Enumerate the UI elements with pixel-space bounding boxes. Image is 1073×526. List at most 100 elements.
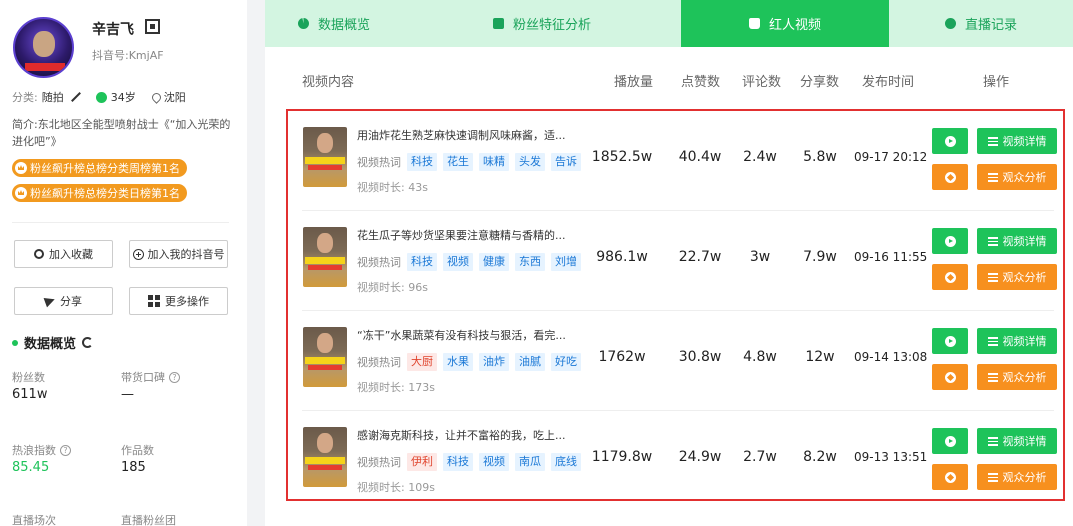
col-header-shares: 分享数 <box>800 75 840 90</box>
publish-time: 09-13 13:51 <box>854 450 928 464</box>
favorite-button[interactable] <box>932 164 968 190</box>
hot-word-tag[interactable]: 刘增 <box>551 253 581 271</box>
audience-analysis-button[interactable]: 观众分析 <box>977 164 1057 190</box>
col-header-publish-time: 发布时间 <box>862 75 915 90</box>
audience-analysis-button[interactable]: 观众分析 <box>977 464 1057 490</box>
list-icon <box>987 236 998 246</box>
content-panel: 数据概览 粉丝特征分析 红人视频 直播记录 视频内容 播放量 点赞数 评论数 分… <box>265 0 1073 526</box>
play-video-button[interactable] <box>932 228 968 254</box>
video-hot-words: 视频热词 伊利 科技 视频 南瓜 底线 <box>357 453 581 471</box>
rank-badge-daily: 粉丝飙升榜总榜分类日榜第1名 <box>12 184 187 202</box>
age-value: 34岁 <box>110 91 136 104</box>
hot-word-tag[interactable]: 科技 <box>443 453 473 471</box>
hot-word-tag[interactable]: 味精 <box>479 153 509 171</box>
share-label: 分享 <box>60 295 82 308</box>
tab-fans-analysis[interactable]: 粉丝特征分析 <box>403 0 681 47</box>
video-thumbnail[interactable] <box>303 427 347 487</box>
list-icon <box>987 372 998 382</box>
pencil-icon[interactable] <box>70 92 81 102</box>
video-title[interactable]: 感谢海克斯科技，让并不富裕的我，吃上... <box>357 427 566 443</box>
share-button[interactable]: 分享 <box>14 287 113 315</box>
hot-word-tag[interactable]: 伊利 <box>407 453 437 471</box>
heart-icon <box>944 171 956 183</box>
age-icon <box>95 91 107 103</box>
video-row: 感谢海克斯科技，让并不富裕的我，吃上... 视频热词 伊利 科技 视频 南瓜 底线 视频… <box>302 411 1057 511</box>
heart-icon <box>944 371 956 383</box>
list-icon <box>987 472 998 482</box>
audience-analysis-button[interactable]: 观众分析 <box>977 264 1057 290</box>
crown-icon <box>15 187 27 199</box>
favorite-button[interactable] <box>932 264 968 290</box>
hot-word-tag[interactable]: 视频 <box>443 253 473 271</box>
play-icon <box>944 135 956 147</box>
add-my-account-button[interactable]: 加入我的抖音号 <box>129 240 228 268</box>
category-value: 随拍 <box>41 91 64 104</box>
hot-word-tag[interactable]: 大厨 <box>407 353 437 371</box>
video-title[interactable]: 花生瓜子等炒货坚果要注意糖精与香精的... <box>357 227 566 243</box>
help-icon[interactable]: ? <box>60 444 71 456</box>
video-detail-button[interactable]: 视频详情 <box>977 328 1057 354</box>
video-thumbnail[interactable] <box>303 327 347 387</box>
video-title[interactable]: 用油炸花生熟芝麻快速调制风味麻酱，适... <box>357 127 566 143</box>
hot-word-tag[interactable]: 东西 <box>515 253 545 271</box>
collect-icon <box>34 249 44 259</box>
tab-overview[interactable]: 数据概览 <box>265 0 403 47</box>
heart-icon <box>944 471 956 483</box>
hot-word-tag[interactable]: 头发 <box>515 153 545 171</box>
tab-live-records[interactable]: 直播记录 <box>889 0 1073 47</box>
audience-analysis-label: 观众分析 <box>1002 471 1047 484</box>
tab-bar: 数据概览 粉丝特征分析 红人视频 直播记录 <box>265 0 1073 47</box>
video-thumbnail[interactable] <box>303 227 347 287</box>
hot-word-tag[interactable]: 花生 <box>443 153 473 171</box>
help-icon[interactable]: ? <box>169 371 180 383</box>
hot-word-tag[interactable]: 告诉 <box>551 153 581 171</box>
play-video-button[interactable] <box>932 128 968 154</box>
hot-word-tag[interactable]: 科技 <box>407 153 437 171</box>
hot-word-tag[interactable]: 油腻 <box>515 353 545 371</box>
add-collect-button[interactable]: 加入收藏 <box>14 240 113 268</box>
col-header-actions: 操作 <box>983 75 1010 90</box>
avatar[interactable] <box>13 17 74 78</box>
clock-icon <box>944 18 956 29</box>
stat-label-works: 作品数 <box>121 444 154 457</box>
hot-word-tag[interactable]: 南瓜 <box>515 453 545 471</box>
share-count: 7.9w <box>803 249 837 265</box>
share-icon <box>43 294 57 308</box>
hot-word-tag[interactable]: 底线 <box>551 453 581 471</box>
tab-influencer-videos[interactable]: 红人视频 <box>681 0 889 47</box>
hot-word-tag[interactable]: 科技 <box>407 253 437 271</box>
hot-word-tag[interactable]: 视频 <box>479 453 509 471</box>
play-video-button[interactable] <box>932 428 968 454</box>
stat-label-heat-text: 热浪指数 <box>12 444 56 457</box>
hot-word-tag[interactable]: 水果 <box>443 353 473 371</box>
location-value: 沈阳 <box>163 91 186 104</box>
favorite-button[interactable] <box>932 364 968 390</box>
video-detail-button[interactable]: 视频详情 <box>977 228 1057 254</box>
refresh-icon[interactable] <box>82 337 94 348</box>
video-detail-button[interactable]: 视频详情 <box>977 128 1057 154</box>
video-detail-button[interactable]: 视频详情 <box>977 428 1057 454</box>
col-header-likes: 点赞数 <box>681 75 721 90</box>
stat-label-fans: 粉丝数 <box>12 371 45 384</box>
audience-analysis-label: 观众分析 <box>1002 171 1047 184</box>
favorite-button[interactable] <box>932 464 968 490</box>
tab-overview-label: 数据概览 <box>317 18 370 33</box>
play-video-button[interactable] <box>932 328 968 354</box>
play-count: 986.1w <box>596 249 648 265</box>
audience-analysis-button[interactable]: 观众分析 <box>977 364 1057 390</box>
video-thumbnail[interactable] <box>303 127 347 187</box>
hot-words-label: 视频热词 <box>357 256 401 269</box>
video-duration: 视频时长: 173s <box>357 381 435 394</box>
video-title[interactable]: “冻干”水果蔬菜有没有科技与狠活，看完... <box>357 327 566 343</box>
more-actions-button[interactable]: 更多操作 <box>129 287 228 315</box>
video-hot-words: 视频热词 大厨 水果 油炸 油腻 好吃 <box>357 353 581 371</box>
audience-analysis-label: 观众分析 <box>1002 371 1047 384</box>
qrcode-icon[interactable] <box>145 19 160 34</box>
video-duration: 视频时长: 109s <box>357 481 435 494</box>
hot-word-tag[interactable]: 好吃 <box>551 353 581 371</box>
plus-icon <box>132 248 144 260</box>
hot-word-tag[interactable]: 油炸 <box>479 353 509 371</box>
play-icon <box>944 235 956 247</box>
video-row: “冻干”水果蔬菜有没有科技与狠活，看完... 视频热词 大厨 水果 油炸 油腻 好吃 视… <box>302 311 1057 411</box>
hot-word-tag[interactable]: 健康 <box>479 253 509 271</box>
